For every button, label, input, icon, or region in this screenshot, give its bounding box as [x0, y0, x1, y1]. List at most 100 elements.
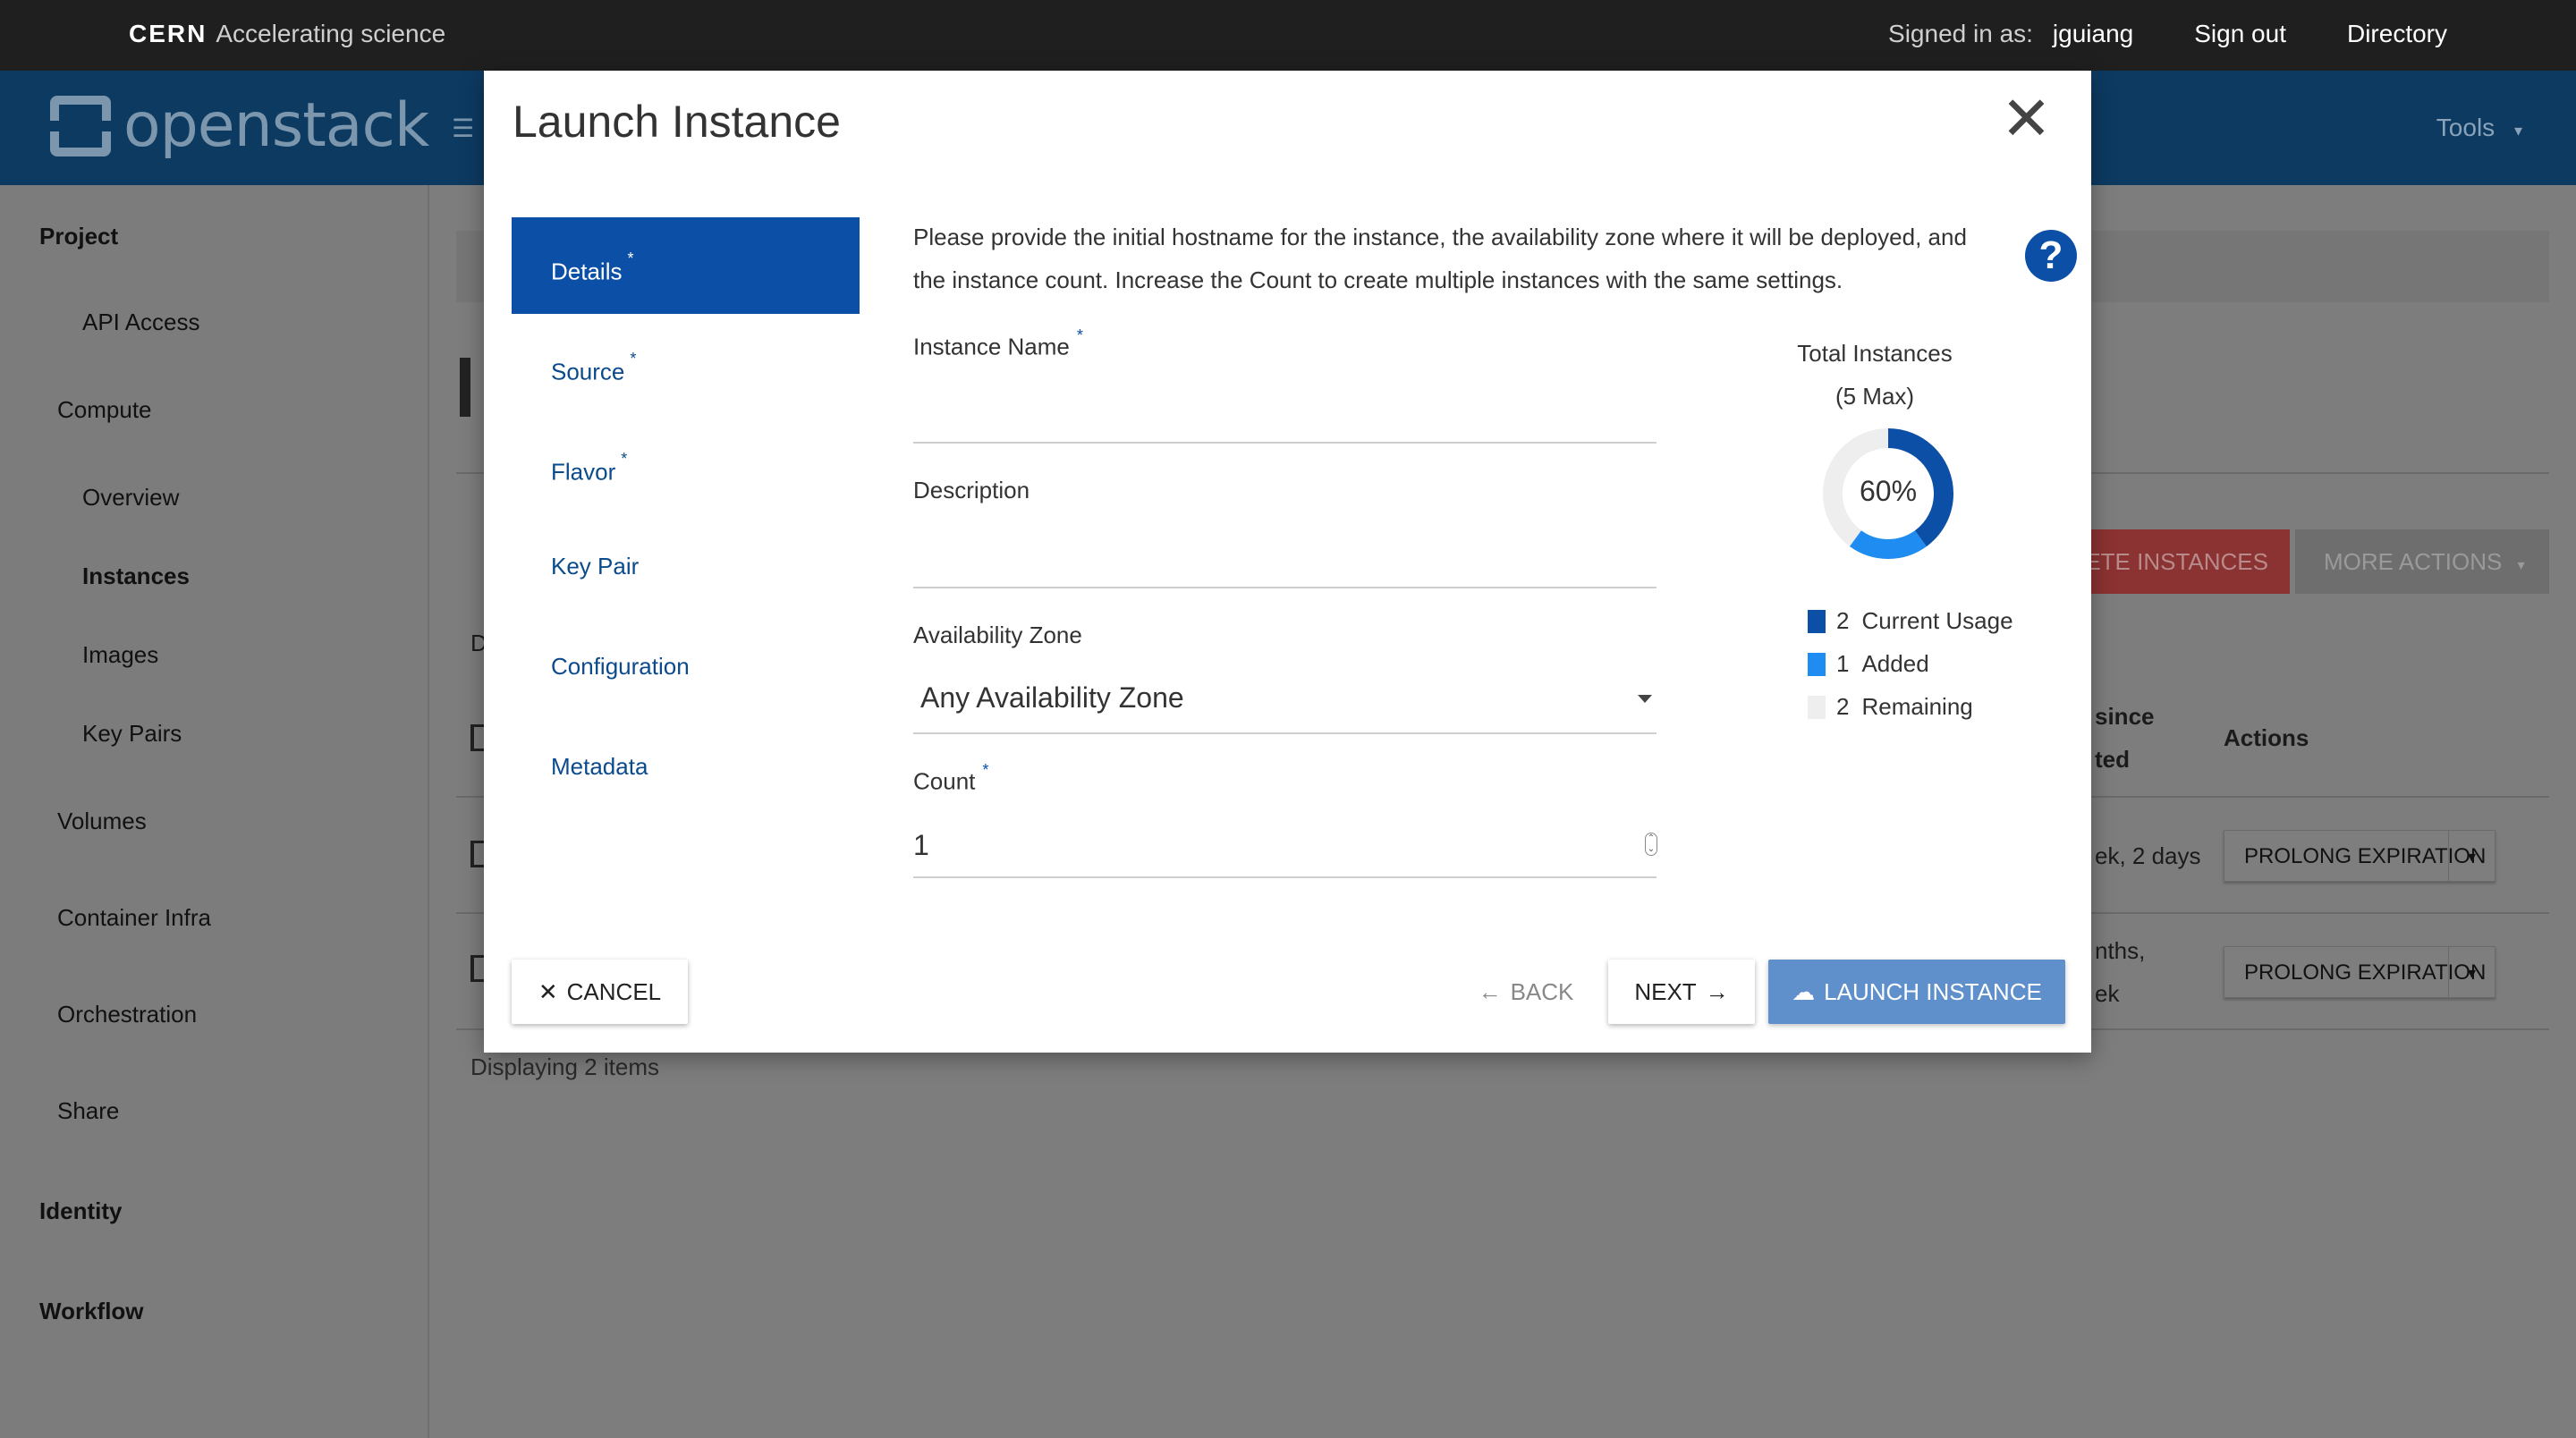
tab-metadata[interactable]: Metadata — [512, 718, 860, 815]
modal-title: Launch Instance — [513, 97, 841, 147]
tools-dropdown[interactable]: Tools ▾ — [2436, 114, 2522, 142]
tab-configuration[interactable]: Configuration — [512, 618, 860, 715]
tab-details[interactable]: Details * — [512, 217, 860, 314]
tools-label: Tools — [2436, 114, 2496, 141]
row2-age-line2: ek — [2095, 980, 2120, 1007]
sidebar-item-orchestration[interactable]: Orchestration — [57, 1001, 197, 1028]
count-label: Count * — [913, 761, 988, 796]
caret-down-icon[interactable]: ▾ — [2448, 831, 2495, 881]
legend-count: 1 — [1836, 650, 1850, 677]
description-input[interactable] — [913, 548, 1657, 600]
more-actions-button[interactable]: MORE ACTIONS ▾ — [2295, 529, 2549, 594]
sidebar-item-identity[interactable]: Identity — [39, 1197, 122, 1225]
usage-percent: 60% — [1859, 475, 1918, 507]
sidebar-item-container-infra[interactable]: Container Infra — [57, 904, 211, 932]
availability-zone-underline — [913, 732, 1657, 734]
count-underline — [913, 876, 1657, 878]
tab-label: Flavor — [551, 458, 616, 486]
availability-zone-label: Availability Zone — [913, 622, 1082, 648]
total-instances-label: Total Instances — [1797, 340, 1953, 367]
legend-label: Current Usage — [1861, 607, 2013, 634]
back-button[interactable]: ← BACK — [1468, 960, 1584, 1024]
legend-count: 2 — [1836, 693, 1850, 720]
username[interactable]: jguiang — [2053, 20, 2133, 48]
required-marker: * — [627, 250, 634, 267]
displaying-count: Displaying 2 items — [470, 1053, 659, 1080]
arrow-left-icon: ← — [1478, 978, 1502, 1005]
next-label: NEXT — [1634, 978, 1697, 1005]
availability-zone-select[interactable]: Any Availability Zone — [920, 681, 1184, 715]
number-stepper-icon[interactable]: ⌃ ⌄ — [1645, 833, 1657, 856]
instance-name-underline — [913, 442, 1657, 444]
required-marker: * — [1076, 326, 1083, 344]
total-instances-max: (5 Max) — [1835, 383, 1915, 410]
launch-instance-button[interactable]: ☁ LAUNCH INSTANCE — [1768, 960, 2065, 1024]
description-label: Description — [913, 477, 1030, 503]
tab-flavor[interactable]: Flavor * — [512, 418, 860, 514]
launch-instance-modal: Launch Instance ✕ Details * Source * Flavo… — [484, 71, 2091, 1053]
tab-label: Details — [551, 258, 623, 285]
legend-label: Remaining — [1861, 693, 1973, 720]
legend-swatch — [1808, 609, 1826, 633]
description-underline — [913, 587, 1657, 588]
legend-added: 1 Added — [1808, 650, 1929, 678]
row2-age: nths, — [2095, 937, 2146, 964]
delete-instances-button[interactable]: ETE INSTANCES — [2084, 529, 2290, 594]
prolong-expiration-button[interactable]: PROLONG EXPIRATION ▾ — [2224, 946, 2496, 998]
tab-label: Key Pair — [551, 553, 640, 579]
tab-source[interactable]: Source * — [512, 317, 860, 414]
sidebar-item-compute[interactable]: Compute — [57, 396, 152, 424]
page-title-fragment — [460, 358, 470, 417]
caret-down-icon[interactable] — [1638, 695, 1652, 703]
prolong-expiration-button[interactable]: PROLONG EXPIRATION ▾ — [2224, 830, 2496, 882]
required-marker: * — [621, 450, 628, 468]
instance-name-label: Instance Name * — [913, 326, 1083, 361]
cern-user-menu: Signed in as: jguiang Sign out Directory — [1868, 20, 2447, 48]
signed-in-label: Signed in as: — [1888, 20, 2033, 47]
sidebar-item-key-pairs[interactable]: Key Pairs — [82, 720, 182, 748]
caret-down-icon[interactable]: ▾ — [2448, 947, 2495, 997]
legend-count: 2 — [1836, 607, 1850, 634]
cancel-button[interactable]: ✕ CANCEL — [512, 960, 688, 1024]
cern-brand[interactable]: CERN Accelerating science — [129, 20, 445, 48]
column-header-since-line2: ted — [2095, 746, 2130, 773]
legend-current-usage: 2 Current Usage — [1808, 607, 2013, 635]
legend-swatch — [1808, 652, 1826, 676]
directory-link[interactable]: Directory — [2347, 20, 2447, 48]
arrow-right-icon: → — [1705, 978, 1729, 1005]
sidebar-item-instances[interactable]: Instances — [82, 563, 190, 590]
required-marker: * — [982, 761, 989, 779]
sidebar-item-share[interactable]: Share — [57, 1097, 119, 1125]
next-button[interactable]: NEXT → — [1608, 960, 1755, 1024]
column-header-actions: Actions — [2224, 724, 2309, 751]
sidebar-item-volumes[interactable]: Volumes — [57, 808, 147, 835]
openstack-cube-icon — [50, 95, 111, 156]
sidebar-item-images[interactable]: Images — [82, 641, 158, 669]
column-header-since: since — [2095, 703, 2155, 730]
close-icon[interactable]: ✕ — [2001, 89, 2052, 149]
sign-out-link[interactable]: Sign out — [2194, 20, 2286, 48]
close-icon: ✕ — [538, 978, 558, 1005]
sidebar-item-workflow[interactable]: Workflow — [39, 1298, 144, 1325]
sidebar-item-api-access[interactable]: API Access — [82, 309, 200, 336]
tab-label: Configuration — [551, 653, 690, 680]
count-label-text: Count — [913, 767, 976, 795]
details-help-text: Please provide the initial hostname for … — [913, 224, 1967, 293]
sidebar-item-overview[interactable]: Overview — [82, 484, 179, 512]
chevron-down-icon: ▾ — [2513, 122, 2522, 140]
sidebar-item-project[interactable]: Project — [39, 223, 118, 250]
openstack-logo-text: openstack — [123, 90, 429, 161]
count-input[interactable]: 1 — [913, 829, 929, 862]
sidebar: Project API Access Compute Overview Inst… — [0, 185, 429, 1438]
instance-name-input[interactable] — [913, 403, 1657, 455]
row1-age: ek, 2 days — [2095, 842, 2201, 869]
back-label: BACK — [1510, 978, 1574, 1005]
openstack-logo[interactable]: openstack — [50, 90, 429, 161]
launch-label: LAUNCH INSTANCE — [1824, 978, 2042, 1005]
instance-name-label-text: Instance Name — [913, 333, 1070, 360]
menu-toggle-icon[interactable]: ☰ — [452, 114, 474, 143]
tab-label: Source — [551, 358, 625, 385]
legend-swatch — [1808, 695, 1826, 719]
help-icon[interactable]: ? — [2025, 230, 2077, 282]
tab-key-pair[interactable]: Key Pair — [512, 518, 860, 614]
